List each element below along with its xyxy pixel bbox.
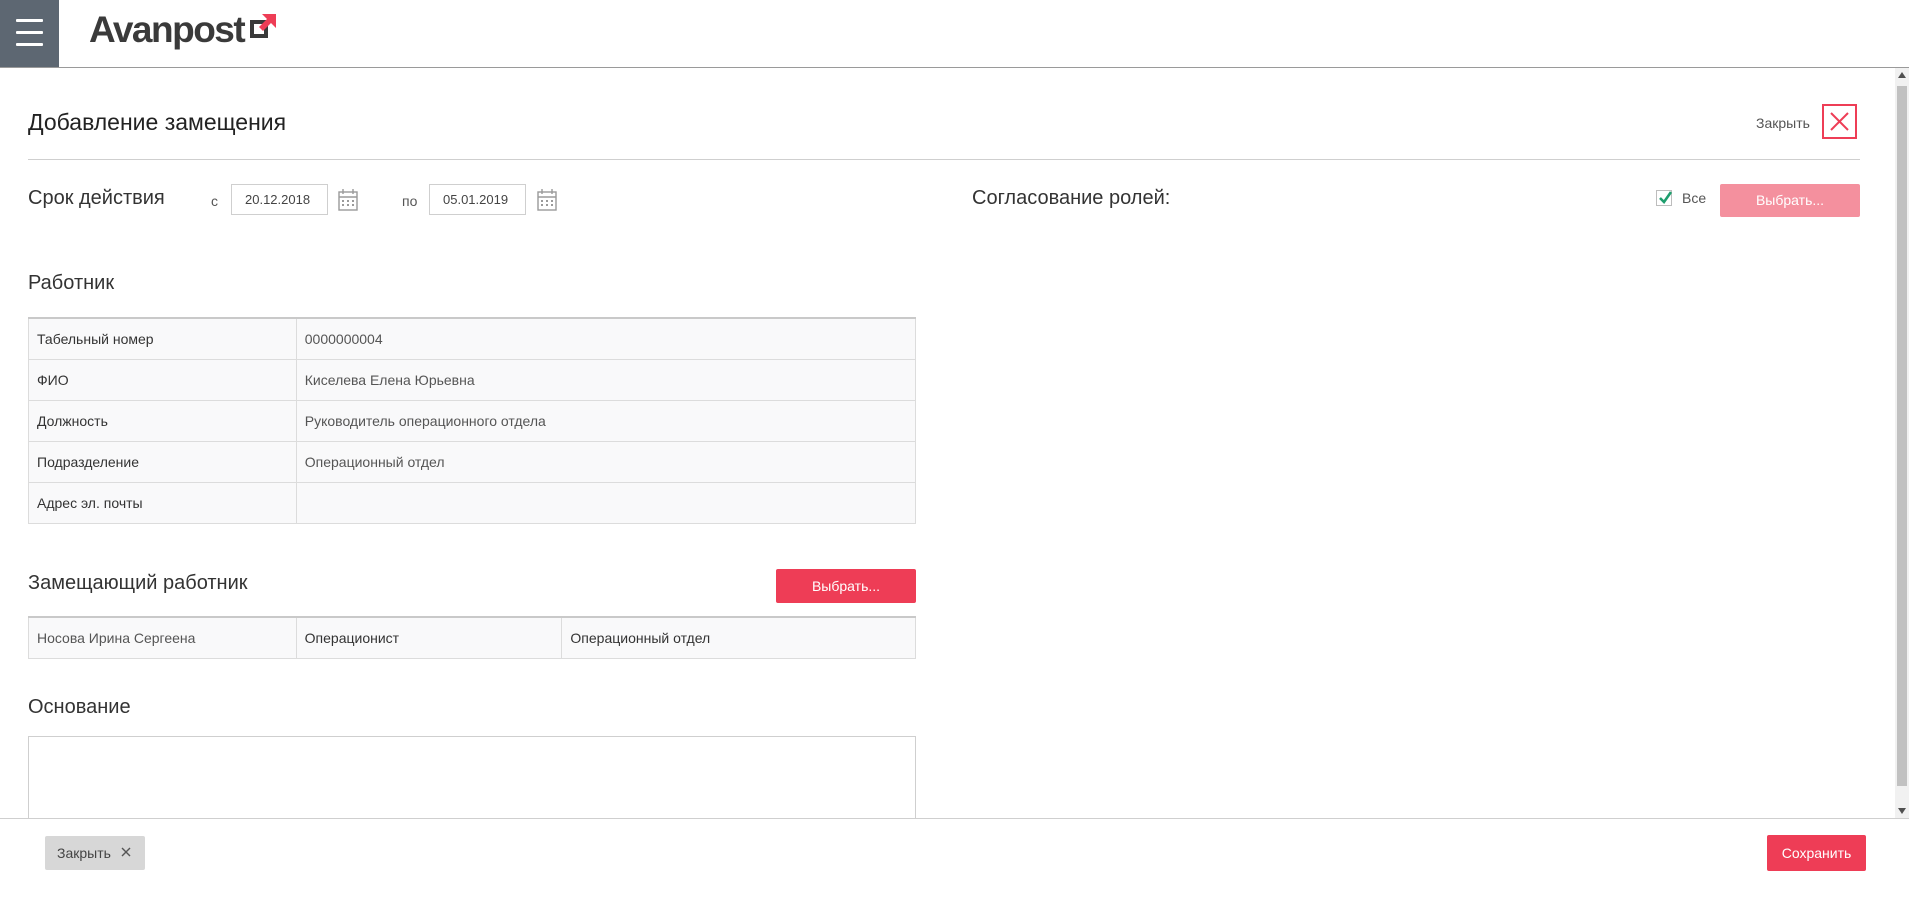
save-button[interactable]: Сохранить [1767,835,1866,871]
close-button[interactable] [1822,104,1857,139]
substitute-position: Операционист [295,616,563,659]
footer-close-button[interactable]: Закрыть [45,836,145,870]
scrollbar-thumb[interactable] [1897,86,1907,786]
employee-field-value: Киселева Елена Юрьевна [295,358,917,401]
employee-field-label: Должность [28,399,297,442]
close-icon [1830,112,1849,131]
employee-field-label: Адрес эл. почты [28,481,297,524]
all-roles-label: Все [1682,190,1707,206]
date-from-label: с [211,193,218,209]
all-roles-checkbox[interactable] [1656,190,1672,206]
substitute-table: Носова Ирина Сергеена Операционист Опера… [28,616,916,659]
validity-label: Срок действия [28,187,165,209]
substitute-department: Операционный отдел [561,616,916,659]
hamburger-menu-icon[interactable] [0,0,59,67]
substitute-section-title: Замещающий работник [28,572,248,594]
close-link[interactable]: Закрыть [1756,115,1810,131]
main-content: Добавление замещения Закрыть Срок действ… [0,68,1893,818]
table-row: Подразделение Операционный отдел [28,440,917,483]
footer-close-label: Закрыть [57,845,111,861]
close-icon [121,847,131,857]
logo-text: Avanpost [89,9,246,50]
employee-field-value: Руководитель операционного отдела [295,399,917,442]
employee-field-label: ФИО [28,358,297,401]
employee-table: Табельный номер 0000000004 ФИО Киселева … [28,317,917,524]
scroll-down-arrow-icon[interactable] [1898,808,1906,814]
table-row: Табельный номер 0000000004 [28,317,917,360]
date-to-input[interactable]: 05.01.2019 [429,184,526,215]
employee-field-value: Операционный отдел [295,440,917,483]
page-title: Добавление замещения [28,109,287,135]
substitute-name: Носова Ирина Сергеена [28,616,297,659]
table-row: Адрес эл. почты [28,481,917,524]
title-divider [28,159,1860,160]
table-row: ФИО Киселева Елена Юрьевна [28,358,917,401]
date-to-label: по [402,193,418,209]
top-bar: Avanpost [0,0,1909,68]
employee-field-value [295,481,917,524]
roles-approval-label: Согласование ролей: [972,187,1171,209]
basis-section-title: Основание [28,696,131,718]
table-row: Должность Руководитель операционного отд… [28,399,917,442]
choose-roles-button[interactable]: Выбрать... [1720,184,1860,217]
logo: Avanpost [89,9,278,50]
date-from-input[interactable]: 20.12.2018 [231,184,328,215]
checkmark-icon [1659,191,1672,205]
basis-textarea[interactable] [28,736,916,818]
employee-field-label: Табельный номер [28,317,297,360]
scrollbar[interactable] [1895,68,1909,818]
calendar-icon[interactable] [338,189,358,211]
footer-bar: Закрыть Сохранить [0,818,1909,902]
table-row: Носова Ирина Сергеена Операционист Опера… [28,616,916,659]
employee-field-label: Подразделение [28,440,297,483]
scroll-up-arrow-icon[interactable] [1898,72,1906,78]
calendar-icon[interactable] [537,189,557,211]
choose-substitute-button[interactable]: Выбрать... [776,569,916,603]
employee-field-value: 0000000004 [295,317,917,360]
logo-mark-icon [250,14,277,38]
employee-section-title: Работник [28,272,115,294]
